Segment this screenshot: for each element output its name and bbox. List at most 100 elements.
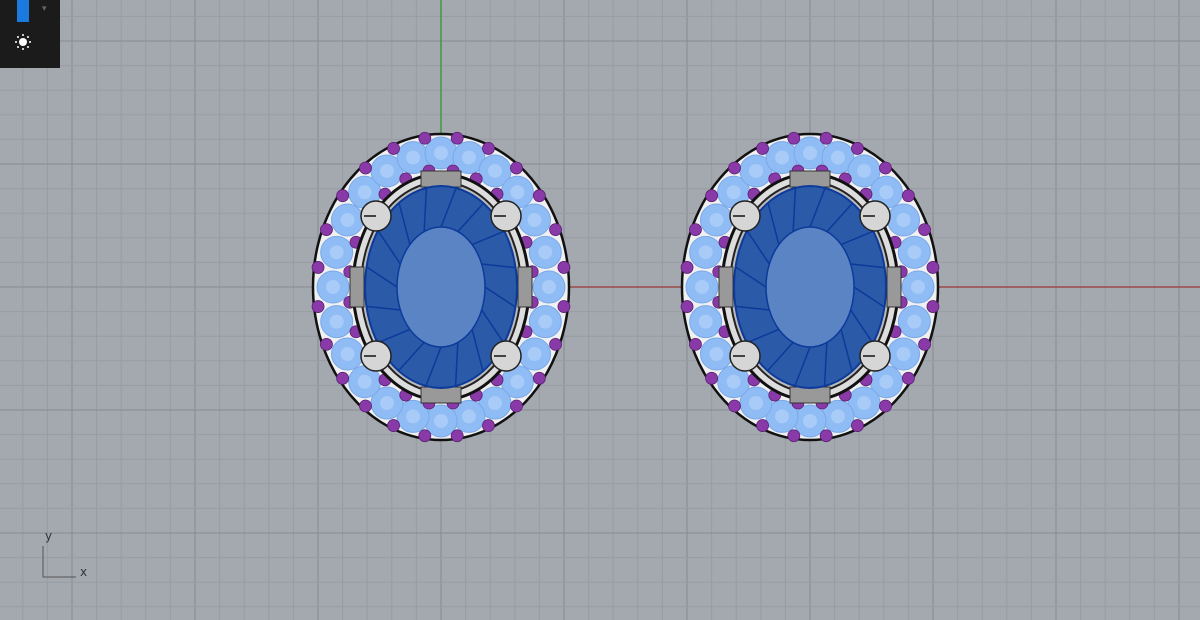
halo-stone-table <box>527 213 542 227</box>
halo-stone-table <box>775 150 790 165</box>
axis-gizmo-icon <box>42 546 76 578</box>
halo-stone-table <box>857 163 871 178</box>
accent-stone <box>336 371 350 385</box>
accent-stone <box>336 189 350 203</box>
accent-stone <box>879 161 892 175</box>
halo-stone-table <box>907 245 922 260</box>
halo-stone-table <box>907 314 922 329</box>
accent-stone <box>756 142 769 155</box>
halo-stone-table <box>406 409 421 424</box>
accent-stone <box>879 399 892 413</box>
halo-stone-table <box>542 280 556 294</box>
halo-stone-table <box>879 374 894 389</box>
halo-stone-table <box>726 374 741 389</box>
accent-stone <box>756 419 769 432</box>
accent-stone <box>311 300 325 313</box>
accent-stone <box>320 223 333 236</box>
accent-stone <box>851 142 864 155</box>
halo-stone-table <box>879 185 894 200</box>
halo-stone-table <box>461 409 476 424</box>
bezel-support <box>886 266 902 308</box>
accent-stone <box>320 338 333 351</box>
halo-stone-table <box>709 347 724 361</box>
accent-stone <box>510 399 523 413</box>
accent-stone <box>387 142 400 155</box>
viewport-tab-icon[interactable] <box>17 0 29 22</box>
viewport-canvas[interactable] <box>0 0 1200 620</box>
halo-stone-table <box>896 347 911 361</box>
halo-stone-table <box>406 150 421 165</box>
accent-stone <box>680 300 694 313</box>
accent-stone <box>705 371 719 385</box>
halo-stone-table <box>830 409 845 424</box>
accent-stone <box>851 419 864 432</box>
accent-stone <box>689 223 702 236</box>
halo-stone-table <box>434 146 448 160</box>
earring-right <box>680 131 940 443</box>
accent-stone <box>819 429 833 443</box>
accent-stone <box>918 338 931 351</box>
accent-stone <box>901 189 915 203</box>
accent-stone <box>549 223 562 236</box>
halo-stone-table <box>357 374 372 389</box>
halo-stone-table <box>830 150 845 165</box>
accent-stone <box>680 261 694 274</box>
halo-stone-table <box>380 163 394 178</box>
accent-stone <box>311 261 325 274</box>
accent-stone <box>482 142 495 155</box>
halo-stone-table <box>775 409 790 424</box>
halo-stone-table <box>329 314 344 329</box>
bezel-support <box>789 386 831 404</box>
halo-stone-table <box>911 280 925 294</box>
bezel-support <box>349 266 365 308</box>
halo-stone-table <box>488 163 502 178</box>
accent-stone <box>689 338 702 351</box>
dropdown-icon[interactable]: ▾ <box>42 4 47 14</box>
accent-stone <box>926 261 940 274</box>
halo-stone-table <box>698 245 713 260</box>
halo-stone-table <box>357 185 372 200</box>
halo-stone-table <box>803 414 817 428</box>
halo-stone-table <box>527 347 542 361</box>
bezel-support <box>718 266 734 308</box>
halo-stone-table <box>896 213 911 227</box>
accent-stone <box>450 429 464 443</box>
halo-stone-table <box>709 213 724 227</box>
accent-stone <box>359 399 372 413</box>
bezel-support <box>420 170 462 188</box>
bezel-support <box>517 266 533 308</box>
halo-stone-table <box>488 396 502 411</box>
halo-stone-table <box>510 374 525 389</box>
halo-stone-table <box>380 396 394 411</box>
accent-stone <box>926 300 940 313</box>
accent-stone <box>728 399 741 413</box>
accent-stone <box>482 419 495 432</box>
halo-stone-table <box>340 347 355 361</box>
accent-stone <box>387 419 400 432</box>
halo-stone-table <box>726 185 741 200</box>
sun-icon[interactable] <box>14 33 32 51</box>
accent-stone <box>787 131 801 145</box>
accent-stone <box>901 371 915 385</box>
accent-stone <box>532 189 546 203</box>
x-axis-label: x <box>80 565 88 579</box>
halo-stone-table <box>698 314 713 329</box>
halo-stone-table <box>329 245 344 260</box>
halo-stone-table <box>340 213 355 227</box>
center-stone-table <box>396 226 486 348</box>
accent-stone <box>557 300 571 313</box>
halo-stone-table <box>434 414 448 428</box>
bezel-support <box>420 386 462 404</box>
halo-stone-table <box>803 146 817 160</box>
halo-stone-table <box>695 280 709 294</box>
bezel-support <box>789 170 831 188</box>
y-axis-label: y <box>45 529 53 543</box>
halo-stone-table <box>461 150 476 165</box>
accent-stone <box>418 429 432 443</box>
accent-stone <box>819 131 833 145</box>
accent-stone <box>918 223 931 236</box>
accent-stone <box>450 131 464 145</box>
accent-stone <box>418 131 432 145</box>
halo-stone-table <box>538 245 553 260</box>
accent-stone <box>705 189 719 203</box>
